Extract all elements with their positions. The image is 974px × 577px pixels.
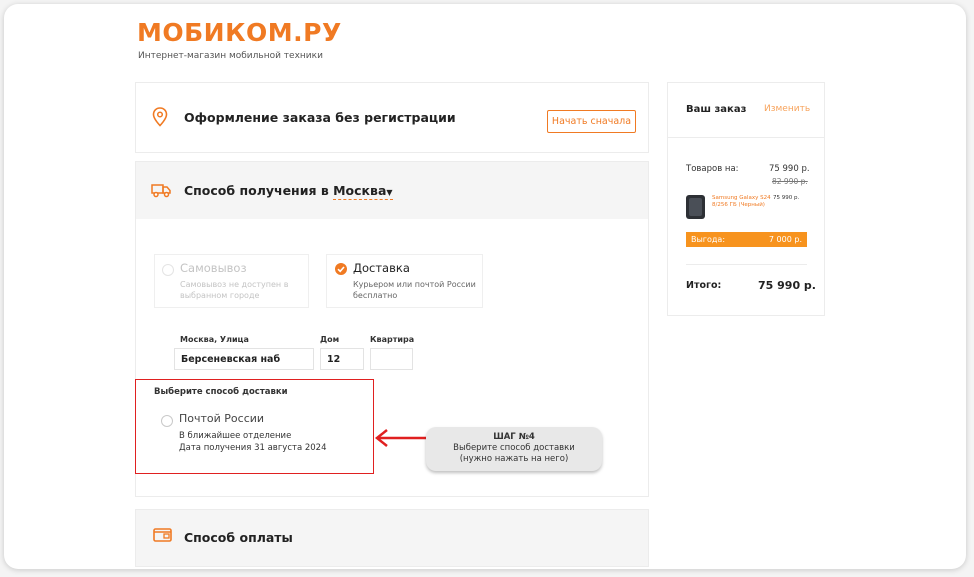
goods-price: 75 990 р. [769, 164, 810, 174]
summary-divider [668, 137, 824, 138]
step-line2: (нужно нажать на него) [459, 454, 569, 464]
street-label: Москва, Улица [180, 335, 249, 344]
total-value: 75 990 р. [758, 279, 816, 292]
browser-page: МОБИКОМ.РУ Интернет-магазин мобильной те… [4, 4, 966, 569]
saving-label: Выгода: [691, 235, 726, 244]
restart-button[interactable]: Начать сначала [547, 110, 636, 133]
payment-method-card[interactable]: Способ оплаты [135, 509, 649, 567]
total-divider [686, 264, 807, 265]
product-price: 75 990 р. [773, 195, 800, 201]
product-thumbnail [686, 195, 705, 219]
pickup-radio [162, 264, 174, 276]
payment-method-title: Способ оплаты [184, 530, 293, 545]
order-summary: Ваш заказ Изменить Товаров на: 75 990 р.… [667, 82, 825, 316]
receive-method-title: Способ получения в Москва▼ [184, 183, 393, 200]
product-name-line2[interactable]: 8/256 ГБ (Черный) [712, 202, 765, 209]
old-price: 82 990 р. [772, 177, 808, 186]
caret-down-icon: ▼ [386, 188, 393, 197]
edit-order-link[interactable]: Изменить [764, 104, 810, 114]
pickup-subtitle-line1: Самовывоз не доступен в [180, 280, 289, 289]
saving-bar: Выгода: 7 000 р. [686, 232, 807, 247]
step-arrow-icon [374, 429, 428, 447]
delivery-title: Доставка [353, 261, 410, 275]
site-logo[interactable]: МОБИКОМ.РУ [137, 18, 342, 47]
delivery-subtitle-line2: бесплатно [353, 291, 398, 300]
receive-method-header: Способ получения в Москва▼ [136, 162, 648, 219]
order-summary-title: Ваш заказ [686, 104, 747, 115]
step-title: ШАГ №4 [493, 432, 535, 442]
apartment-field[interactable] [370, 348, 413, 370]
pickup-option: Самовывоз Самовывоз не доступен в выбран… [154, 254, 309, 308]
total-label: Итого: [686, 280, 722, 291]
delivery-option[interactable]: Доставка Курьером или почтой России бесп… [326, 254, 483, 308]
step-annotation: ШАГ №4 Выберите способ доставки (нужно н… [426, 427, 602, 471]
checkout-title: Оформление заказа без регистрации [184, 110, 456, 125]
receive-method-title-prefix: Способ получения в [184, 183, 334, 198]
step-highlight-box [135, 379, 374, 474]
apartment-label: Квартира [370, 335, 415, 344]
city-selector[interactable]: Москва▼ [333, 183, 393, 200]
pickup-subtitle-line2: выбранном городе [180, 291, 260, 300]
checkout-header-card: Оформление заказа без регистрации Начать… [135, 82, 649, 153]
delivery-subtitle-line1: Курьером или почтой России [353, 280, 476, 289]
step-line1: Выберите способ доставки [453, 443, 575, 453]
location-pin-icon [152, 107, 168, 131]
wallet-icon [153, 527, 173, 547]
saving-value: 7 000 р. [768, 235, 802, 244]
house-field[interactable]: 12 [320, 348, 364, 370]
goods-label: Товаров на: [686, 164, 739, 174]
checkmark-icon [337, 266, 345, 273]
pickup-title: Самовывоз [180, 261, 247, 275]
house-label: Дом [320, 335, 340, 344]
delivery-truck-icon [151, 182, 171, 202]
street-field[interactable]: Берсеневская наб [174, 348, 314, 370]
delivery-radio-checked[interactable] [335, 263, 347, 275]
city-name: Москва [333, 183, 387, 198]
product-name-line1[interactable]: Samsung Galaxy S24 [712, 195, 771, 202]
site-tagline: Интернет-магазин мобильной техники [138, 51, 323, 61]
